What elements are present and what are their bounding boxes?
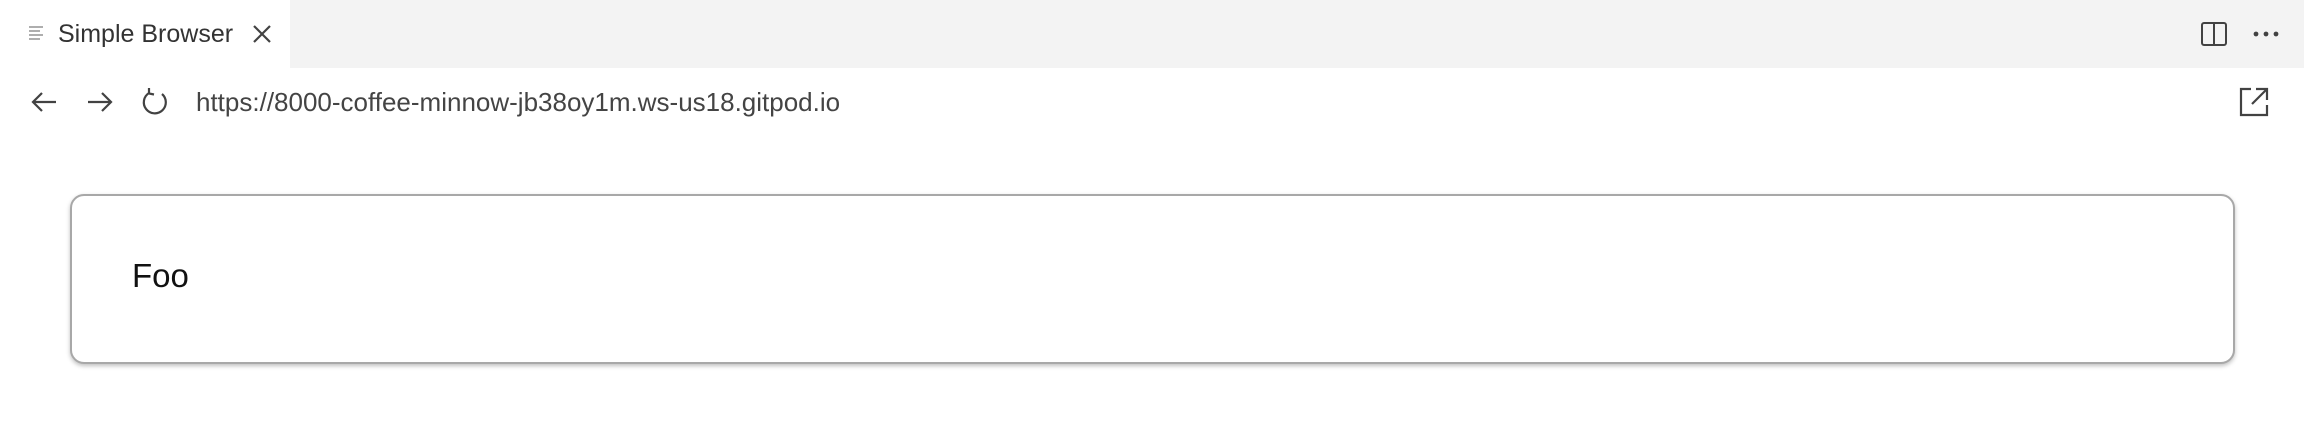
- lines-icon: [27, 23, 47, 43]
- tab-title: Simple Browser: [58, 20, 234, 48]
- browser-viewport: Foo: [0, 136, 2304, 421]
- arrow-right-icon[interactable]: [80, 82, 120, 122]
- arrow-left-icon[interactable]: [24, 82, 64, 122]
- tab-simple-browser[interactable]: Simple Browser: [0, 0, 290, 68]
- url-input[interactable]: [190, 80, 2170, 124]
- content-card: Foo: [70, 194, 2235, 364]
- browser-nav-bar: [0, 68, 2304, 136]
- more-actions-icon[interactable]: [2248, 16, 2284, 52]
- editor-tab-bar: Simple Browser: [0, 0, 2304, 68]
- card-text: Foo: [132, 257, 189, 294]
- close-icon[interactable]: [248, 20, 276, 48]
- open-external-icon[interactable]: [2234, 82, 2274, 122]
- split-editor-icon[interactable]: [2196, 16, 2232, 52]
- reload-icon[interactable]: [135, 82, 175, 122]
